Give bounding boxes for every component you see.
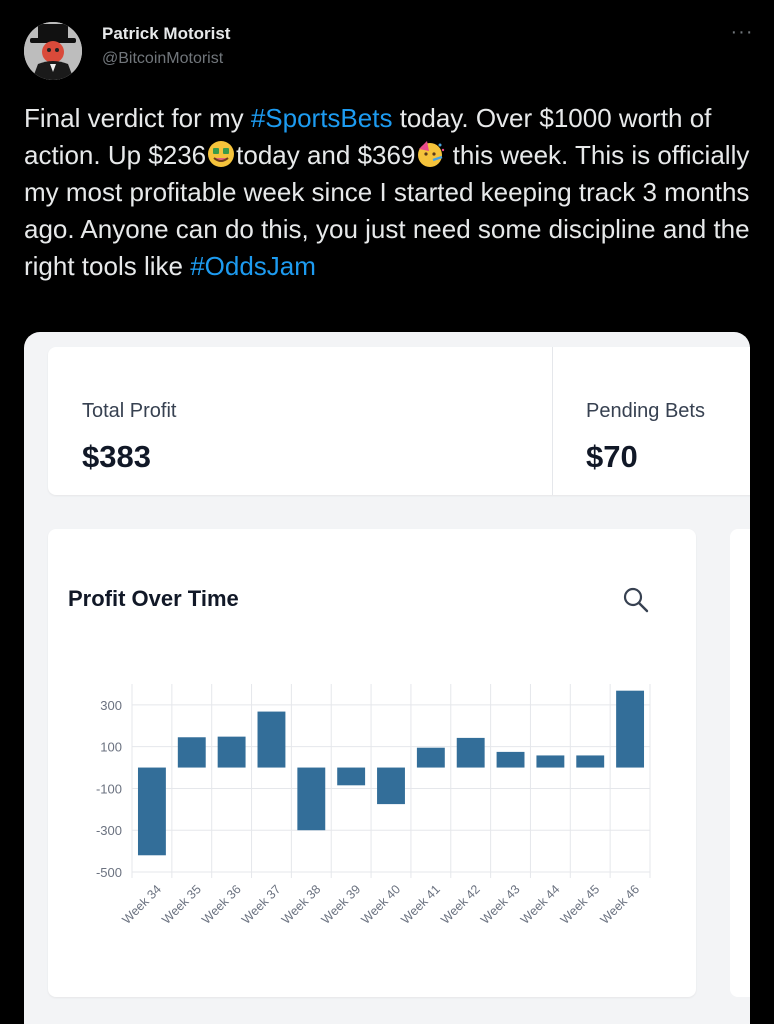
- author-name[interactable]: Patrick Motorist: [102, 24, 230, 44]
- bar-week-39[interactable]: [337, 767, 366, 786]
- author-handle[interactable]: @BitcoinMotorist: [102, 50, 223, 68]
- x-tick-label: Week 38: [279, 882, 324, 927]
- partying-face-icon: [415, 139, 445, 169]
- bar-week-40[interactable]: [377, 767, 405, 805]
- tweet-text-part: Final verdict for my: [24, 103, 251, 133]
- bar-week-44[interactable]: [536, 755, 565, 768]
- bar-week-45[interactable]: [576, 755, 605, 768]
- y-tick-label: -300: [96, 823, 122, 838]
- tweet-text: Final verdict for my #SportsBets today. …: [24, 100, 764, 285]
- x-tick-label: Week 45: [558, 882, 603, 927]
- bar-week-38[interactable]: [297, 767, 326, 831]
- money-mouth-face-icon: [206, 139, 236, 169]
- bar-week-41[interactable]: [416, 747, 445, 768]
- tweet-text-part: today and $369: [236, 140, 416, 170]
- profit-chart: 300100-100-300-500Week 34Week 35Week 36W…: [96, 684, 651, 927]
- y-tick-label: -500: [96, 865, 122, 880]
- x-tick-label: Week 44: [518, 882, 563, 927]
- y-tick-label: -100: [96, 781, 122, 796]
- more-options-button[interactable]: ···: [728, 22, 756, 46]
- x-tick-label: Week 37: [239, 882, 284, 927]
- x-tick-label: Week 36: [199, 882, 244, 927]
- hashtag-sportsbets[interactable]: #SportsBets: [251, 103, 393, 133]
- bar-week-37[interactable]: [257, 711, 286, 768]
- avatar-image: [24, 22, 82, 80]
- x-tick-label: Week 43: [478, 882, 523, 927]
- bar-week-42[interactable]: [456, 737, 485, 768]
- bar-week-35[interactable]: [177, 737, 206, 768]
- x-tick-label: Week 35: [159, 882, 204, 927]
- x-tick-label: Week 42: [438, 882, 483, 927]
- avatar[interactable]: [24, 22, 82, 80]
- bar-week-46[interactable]: [616, 690, 645, 768]
- x-tick-label: Week 41: [398, 882, 443, 927]
- y-tick-label: 300: [100, 698, 122, 713]
- x-tick-label: Week 34: [119, 882, 164, 927]
- tweet-media-image[interactable]: Total Profit $383 Pending Bets $70 Profi…: [24, 332, 750, 1024]
- bar-week-34[interactable]: [137, 767, 166, 856]
- x-tick-label: Week 40: [358, 882, 403, 927]
- bar-week-36[interactable]: [217, 736, 246, 768]
- hashtag-oddsjam[interactable]: #OddsJam: [190, 251, 316, 281]
- y-tick-label: 100: [100, 740, 122, 755]
- x-tick-label: Week 46: [598, 882, 643, 927]
- x-tick-label: Week 39: [319, 882, 364, 927]
- bar-week-43[interactable]: [496, 751, 525, 768]
